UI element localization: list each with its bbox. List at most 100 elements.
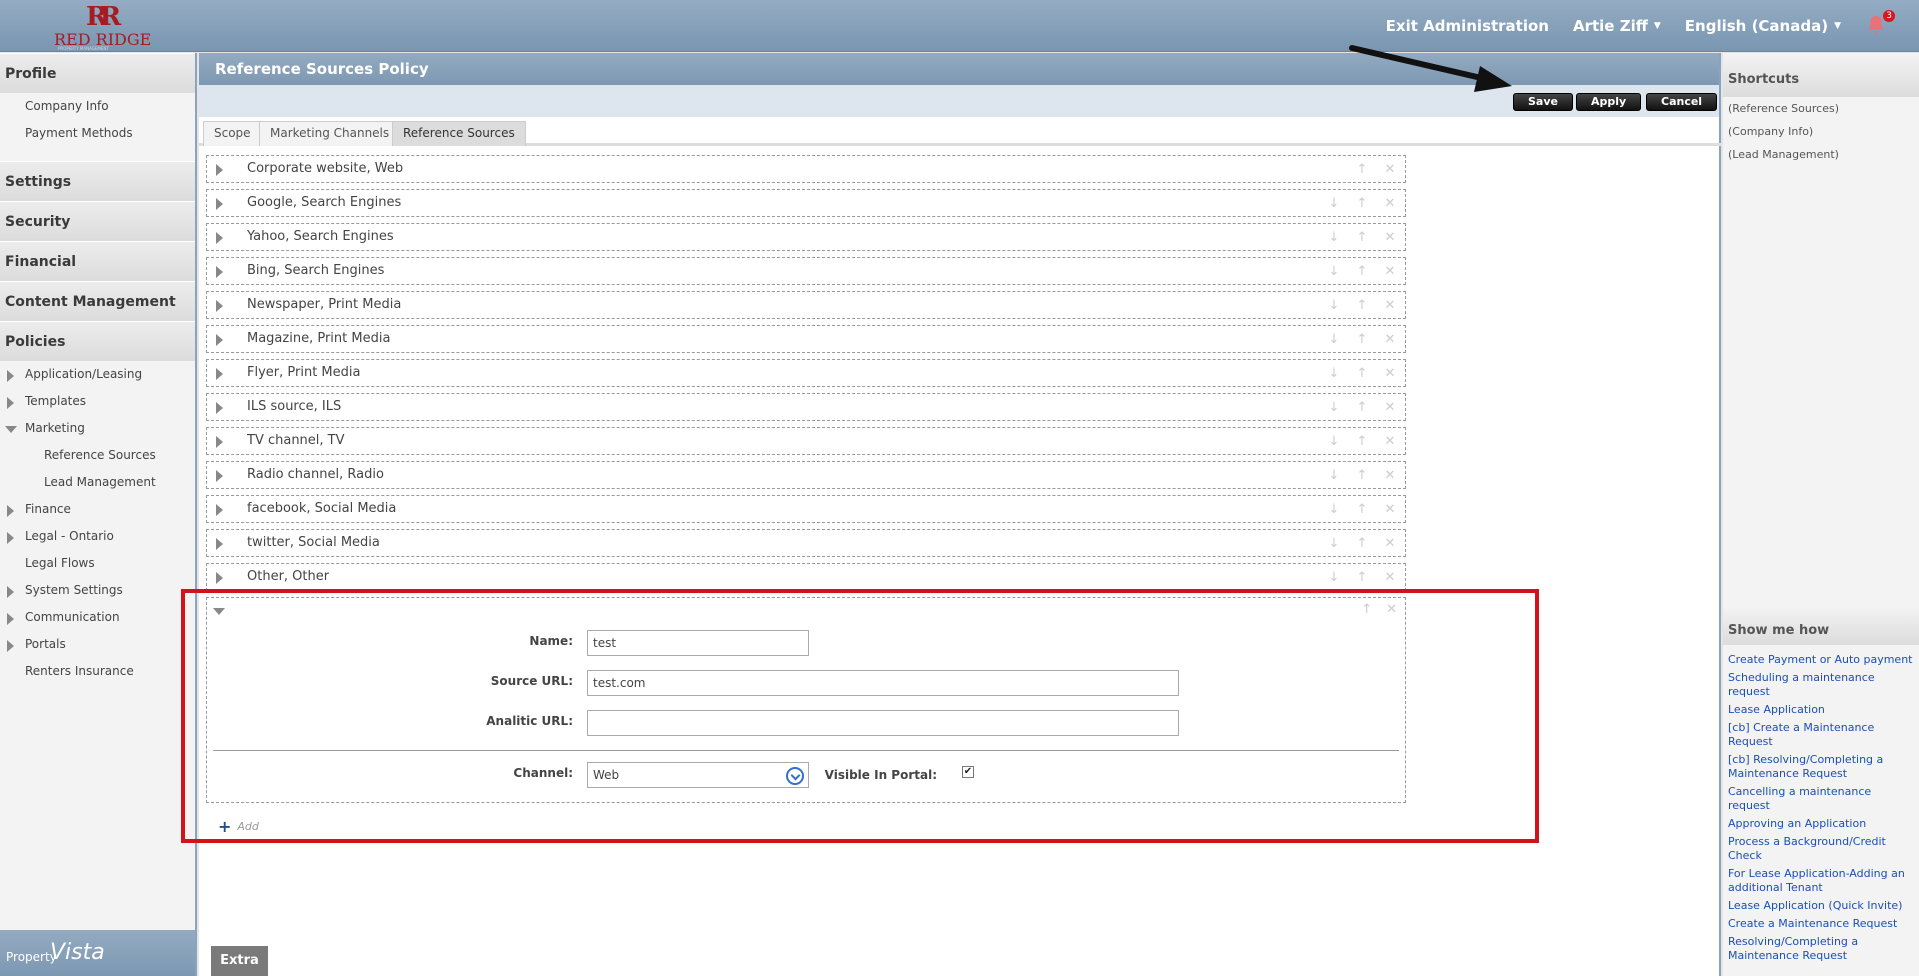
expand-icon[interactable] (216, 504, 223, 516)
sidebar-section-profile[interactable]: Profile (0, 53, 195, 93)
apply-button[interactable]: Apply (1576, 93, 1642, 111)
list-item[interactable]: Corporate website, Web ↑ ✕ (206, 155, 1406, 183)
tab-scope[interactable]: Scope (203, 121, 262, 146)
move-up-icon[interactable]: ↑ (1355, 298, 1369, 313)
list-item[interactable]: Other, Other ↓ ↑ ✕ (206, 563, 1406, 591)
delete-icon[interactable]: ✕ (1383, 502, 1397, 517)
tab-reference-sources[interactable]: Reference Sources (392, 121, 526, 146)
help-link[interactable]: Process a Background/Credit Check (1723, 833, 1919, 865)
expand-icon[interactable] (216, 368, 223, 380)
move-up-icon[interactable]: ↑ (1355, 400, 1369, 415)
expand-icon[interactable] (7, 370, 14, 382)
move-up-icon[interactable]: ↑ (1355, 332, 1369, 347)
sidebar-section-security[interactable]: Security (0, 201, 195, 241)
move-up-icon[interactable]: ↑ (1355, 468, 1369, 483)
move-down-icon[interactable]: ↓ (1327, 366, 1341, 381)
exit-administration-link[interactable]: Exit Administration (1386, 17, 1549, 35)
expand-icon[interactable] (216, 538, 223, 550)
help-link[interactable]: [cb] Create a Maintenance Request (1723, 719, 1919, 751)
sidebar-section-settings[interactable]: Settings (0, 161, 195, 201)
move-down-icon[interactable]: ↓ (1327, 264, 1341, 279)
expand-icon[interactable] (216, 232, 223, 244)
sidebar-section-content-management[interactable]: Content Management (0, 281, 195, 321)
move-up-icon[interactable]: ↑ (1355, 502, 1369, 517)
expand-icon[interactable] (7, 586, 14, 598)
notifications-button[interactable]: 3 (1865, 10, 1895, 38)
expand-icon[interactable] (216, 266, 223, 278)
move-down-icon[interactable]: ↓ (1327, 196, 1341, 211)
cancel-button[interactable]: Cancel (1646, 93, 1718, 111)
list-item[interactable]: Newspaper, Print Media ↓ ↑ ✕ (206, 291, 1406, 319)
delete-icon[interactable]: ✕ (1383, 230, 1397, 245)
move-down-icon[interactable]: ↓ (1327, 434, 1341, 449)
help-link[interactable]: Scheduling a maintenance request (1723, 669, 1919, 701)
sidebar-item-payment-methods[interactable]: Payment Methods (0, 120, 195, 147)
user-menu[interactable]: Artie Ziff ▼ (1573, 17, 1661, 35)
list-item[interactable]: Flyer, Print Media ↓ ↑ ✕ (206, 359, 1406, 387)
expand-icon[interactable] (7, 397, 14, 409)
move-up-icon[interactable]: ↑ (1355, 230, 1369, 245)
shortcut-company-info[interactable]: (Company Info) (1723, 120, 1919, 143)
shortcut-reference-sources[interactable]: (Reference Sources) (1723, 97, 1919, 120)
expand-icon[interactable] (216, 164, 223, 176)
help-link[interactable]: For Lease Application-Adding an addition… (1723, 865, 1919, 897)
list-item[interactable]: ILS source, ILS ↓ ↑ ✕ (206, 393, 1406, 421)
sidebar-item-legal-ontario[interactable]: Legal - Ontario (0, 523, 195, 550)
red-ridge-logo[interactable]: RR RED RIDGE PROPERTY MANAGEMENT (50, 2, 154, 51)
help-link[interactable]: [cb] Resolving/Completing a Maintenance … (1723, 751, 1919, 783)
move-down-icon[interactable]: ↓ (1327, 502, 1341, 517)
help-link[interactable]: Lease Application (Quick Invite) (1723, 897, 1919, 915)
shortcut-lead-management[interactable]: (Lead Management) (1723, 143, 1919, 166)
sidebar-item-application-leasing[interactable]: Application/Leasing (0, 361, 195, 388)
move-down-icon[interactable]: ↓ (1327, 332, 1341, 347)
list-item[interactable]: Magazine, Print Media ↓ ↑ ✕ (206, 325, 1406, 353)
delete-icon[interactable]: ✕ (1383, 434, 1397, 449)
help-link[interactable]: Create a Maintenance Request (1723, 915, 1919, 933)
expand-icon[interactable] (216, 402, 223, 414)
list-item[interactable]: Radio channel, Radio ↓ ↑ ✕ (206, 461, 1406, 489)
list-item[interactable]: Google, Search Engines ↓ ↑ ✕ (206, 189, 1406, 217)
sidebar-item-renters-insurance[interactable]: Renters Insurance (0, 658, 195, 685)
help-link[interactable]: Create Payment or Auto payment (1723, 651, 1919, 669)
sidebar-item-legal-flows[interactable]: Legal Flows (0, 550, 195, 577)
sidebar-item-templates[interactable]: Templates (0, 388, 195, 415)
save-button[interactable]: Save (1513, 93, 1573, 111)
expand-icon[interactable] (216, 334, 223, 346)
sidebar-item-system-settings[interactable]: System Settings (0, 577, 195, 604)
expand-icon[interactable] (7, 613, 14, 625)
sidebar-item-company-info[interactable]: Company Info (0, 93, 195, 120)
sidebar-item-lead-management[interactable]: Lead Management (0, 469, 195, 496)
delete-icon[interactable]: ✕ (1383, 196, 1397, 211)
help-link[interactable]: Lease Application (1723, 701, 1919, 719)
delete-icon[interactable]: ✕ (1383, 298, 1397, 313)
tab-marketing-channels[interactable]: Marketing Channels (259, 121, 401, 146)
sidebar-item-reference-sources[interactable]: Reference Sources (0, 442, 195, 469)
move-up-icon[interactable]: ↑ (1355, 366, 1369, 381)
move-up-icon[interactable]: ↑ (1355, 264, 1369, 279)
expand-icon[interactable] (216, 300, 223, 312)
move-up-icon[interactable]: ↑ (1355, 570, 1369, 585)
delete-icon[interactable]: ✕ (1383, 400, 1397, 415)
move-down-icon[interactable]: ↓ (1327, 536, 1341, 551)
move-down-icon[interactable]: ↓ (1327, 400, 1341, 415)
move-down-icon[interactable]: ↓ (1327, 298, 1341, 313)
list-item[interactable]: Yahoo, Search Engines ↓ ↑ ✕ (206, 223, 1406, 251)
extra-tab[interactable]: Extra (211, 946, 268, 976)
move-down-icon[interactable]: ↓ (1327, 230, 1341, 245)
list-item[interactable]: TV channel, TV ↓ ↑ ✕ (206, 427, 1406, 455)
sidebar-item-communication[interactable]: Communication (0, 604, 195, 631)
language-menu[interactable]: English (Canada) ▼ (1685, 17, 1841, 35)
sidebar-item-finance[interactable]: Finance (0, 496, 195, 523)
list-item[interactable]: twitter, Social Media ↓ ↑ ✕ (206, 529, 1406, 557)
help-link[interactable]: Cancelling a maintenance request (1723, 783, 1919, 815)
move-up-icon[interactable]: ↑ (1355, 536, 1369, 551)
sidebar-section-policies[interactable]: Policies (0, 321, 195, 361)
delete-icon[interactable]: ✕ (1383, 570, 1397, 585)
delete-icon[interactable]: ✕ (1383, 162, 1397, 177)
help-link[interactable]: Approving an Application (1723, 815, 1919, 833)
delete-icon[interactable]: ✕ (1383, 332, 1397, 347)
expand-icon[interactable] (216, 470, 223, 482)
expand-icon[interactable] (7, 532, 14, 544)
delete-icon[interactable]: ✕ (1383, 366, 1397, 381)
sidebar-section-financial[interactable]: Financial (0, 241, 195, 281)
